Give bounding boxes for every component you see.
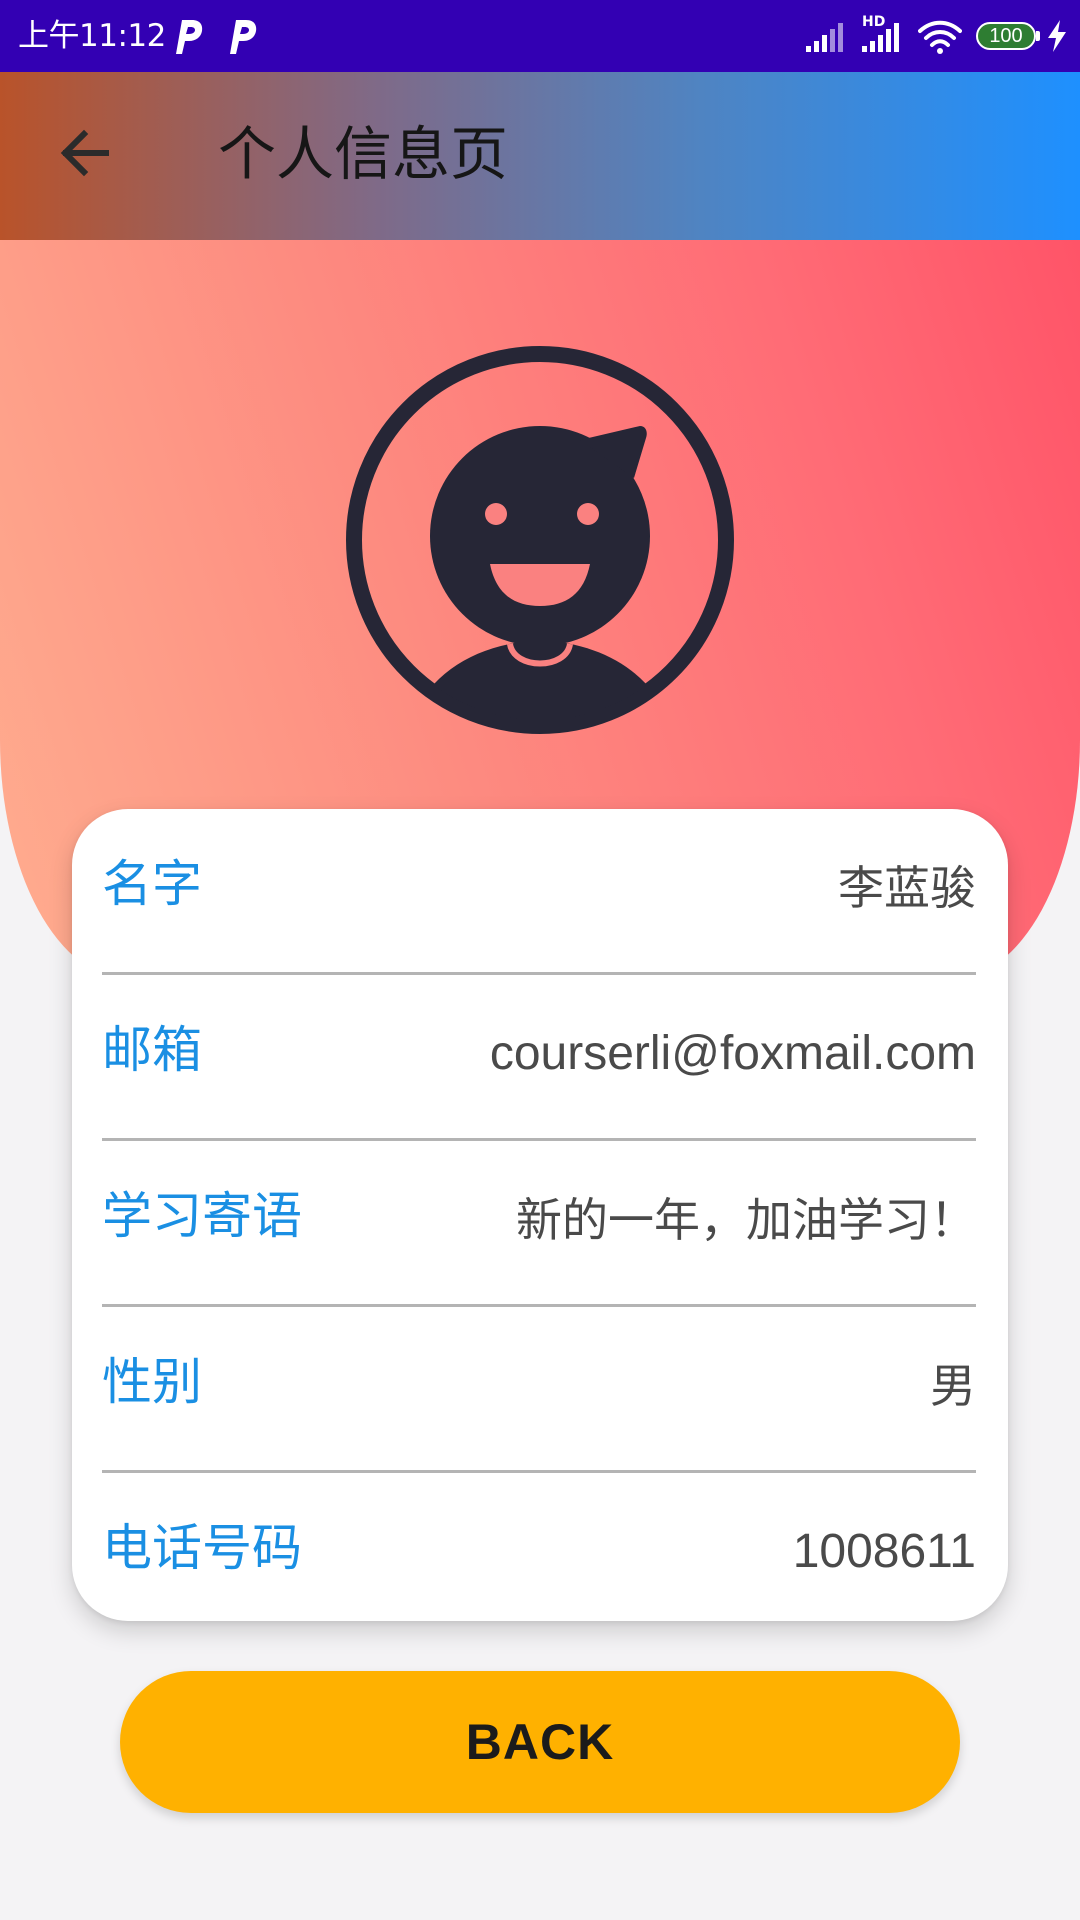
wifi-icon: [918, 20, 962, 54]
smiling-user-avatar-icon: [346, 346, 734, 734]
back-button[interactable]: BACK: [120, 1671, 960, 1813]
info-row-name: 名字 李蓝骏: [102, 809, 976, 975]
cellular-signal-hd-icon: [862, 23, 899, 52]
page-title: 个人信息页: [218, 120, 509, 188]
parking-p-icon: [176, 20, 203, 54]
cellular-signal-icon: [806, 23, 843, 52]
battery-icon: 100: [976, 22, 1036, 50]
status-bar: 上午11:12 HD 100: [0, 0, 1080, 72]
name-value: 李蓝骏: [838, 861, 976, 915]
profile-info-card: 名字 李蓝骏 邮箱 courserli@foxmail.com 学习寄语 新的一…: [72, 809, 1008, 1621]
info-row-email: 邮箱 courserli@foxmail.com: [102, 975, 976, 1141]
email-value: courserli@foxmail.com: [489, 1027, 976, 1080]
email-label: 邮箱: [102, 1021, 202, 1079]
app-bar: 个人信息页: [0, 72, 1080, 240]
charging-bolt-icon: [1048, 20, 1066, 52]
phone-value: 1008611: [792, 1525, 976, 1578]
info-row-gender: 性别 男: [102, 1307, 976, 1473]
gender-label: 性别: [102, 1353, 202, 1411]
parking-p-icon: [230, 20, 257, 54]
info-row-motto: 学习寄语 新的一年，加油学习！: [102, 1141, 976, 1307]
battery-tip: [1036, 31, 1040, 41]
arrow-left-icon[interactable]: [56, 124, 114, 182]
status-time: 上午11:12: [18, 18, 166, 54]
name-label: 名字: [102, 855, 202, 913]
info-row-phone: 电话号码 1008611: [102, 1473, 976, 1639]
battery-level: 100: [989, 25, 1023, 47]
motto-label: 学习寄语: [102, 1187, 302, 1245]
gender-value: 男: [930, 1359, 976, 1413]
motto-value: 新的一年，加油学习！: [516, 1193, 976, 1247]
phone-label: 电话号码: [102, 1519, 302, 1577]
